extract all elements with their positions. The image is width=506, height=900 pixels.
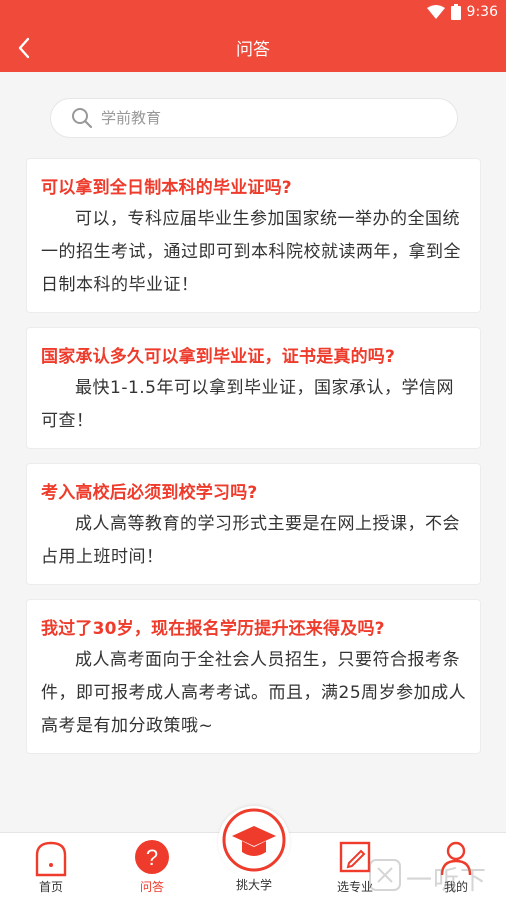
qa-answer: 成人高考面向于全社会人员招生，只要符合报考条件，即可报考成人高考考试。而且，满2…: [41, 650, 467, 736]
qa-card[interactable]: 我过了30岁，现在报名学历提升还来得及吗? 成人高考面向于全社会人员招生，只要符…: [26, 599, 481, 754]
page-title: 问答: [236, 40, 270, 60]
search-icon: [71, 107, 93, 129]
watermark-logo-icon: [368, 859, 402, 896]
qa-question: 可以拿到全日制本科的毕业证吗?: [41, 178, 292, 198]
qa-answer: 成人高等教育的学习形式主要是在网上授课，不会占用上班时间！: [41, 514, 460, 567]
svg-text:?: ?: [146, 845, 158, 870]
search-input[interactable]: [101, 109, 421, 127]
tab-pick-university[interactable]: [218, 806, 290, 878]
app-header: 问答: [0, 28, 506, 72]
status-bar: 9:36: [0, 0, 506, 28]
qa-answer: 最快1-1.5年可以拿到毕业证，国家承认，学信网可查！: [41, 378, 454, 431]
qa-card[interactable]: 考入高校后必须到校学习吗? 成人高等教育的学习形式主要是在网上授课，不会占用上班…: [26, 463, 481, 585]
qa-question: 我过了30岁，现在报名学历提升还来得及吗?: [41, 619, 385, 639]
status-time: 9:36: [466, 4, 498, 20]
tab-qa[interactable]: ? 问答: [117, 837, 187, 899]
qa-card[interactable]: 可以拿到全日制本科的毕业证吗? 可以，专科应届毕业生参加国家统一举办的全国统一的…: [26, 158, 481, 313]
tab-home[interactable]: 首页: [16, 837, 86, 899]
home-icon: [16, 839, 86, 881]
qa-answer: 可以，专科应届毕业生参加国家统一举办的全国统一的招生考试，通过即可到本科院校就读…: [41, 209, 461, 295]
qa-list: 可以拿到全日制本科的毕业证吗? 可以，专科应届毕业生参加国家统一举办的全国统一的…: [26, 158, 481, 768]
watermark: 一听下载: [368, 858, 504, 898]
battery-icon: [450, 4, 461, 20]
status-icons: 9:36: [426, 4, 498, 20]
tab-pick-label: 挑大学: [235, 878, 272, 892]
search-bar[interactable]: [50, 98, 458, 138]
tab-home-label: 首页: [38, 880, 63, 894]
question-icon: ?: [117, 839, 187, 879]
qa-card[interactable]: 国家承认多久可以拿到毕业证，证书是真的吗? 最快1-1.5年可以拿到毕业证，国家…: [26, 327, 481, 449]
qa-question: 国家承认多久可以拿到毕业证，证书是真的吗?: [41, 347, 396, 367]
qa-question: 考入高校后必须到校学习吗?: [41, 483, 258, 503]
tab-qa-label: 问答: [139, 880, 164, 894]
wifi-icon: [426, 5, 445, 19]
graduation-cap-icon: [222, 808, 286, 876]
watermark-text: 一听下载: [406, 866, 488, 896]
